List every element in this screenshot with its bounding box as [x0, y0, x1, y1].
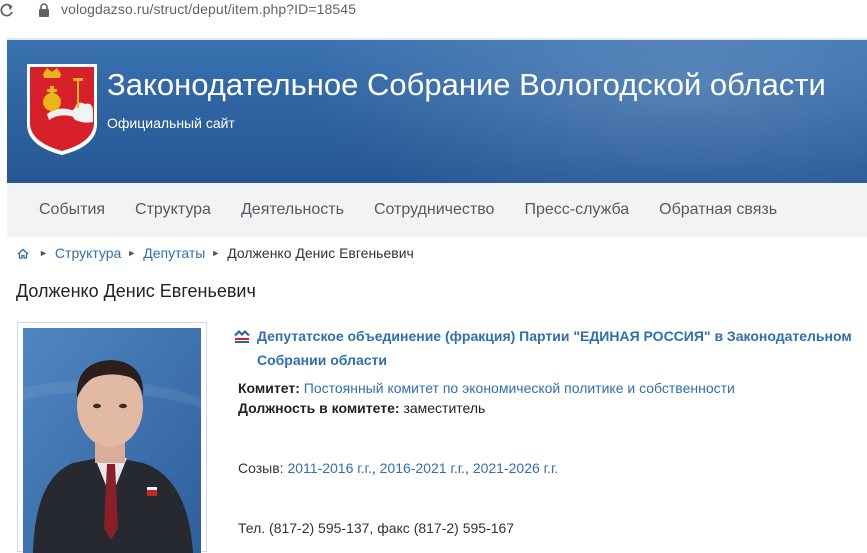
- breadcrumb-separator: ►: [211, 248, 221, 258]
- party-logo-icon: [231, 326, 253, 346]
- breadcrumb-separator: ►: [39, 248, 48, 258]
- reload-icon[interactable]: [0, 2, 14, 18]
- convocation-link-2021[interactable]: 2021-2026 г.г.: [473, 460, 558, 476]
- breadcrumb: ► Структура ► Депутаты ► Долженко Денис …: [17, 243, 414, 263]
- position-row: Должность в комитете: заместитель: [238, 400, 485, 416]
- committee-row: Комитет: Постоянный комитет по экономиче…: [238, 380, 735, 396]
- convocation-link-2016[interactable]: 2016-2021 г.г.: [380, 460, 465, 476]
- convocation-link-2011[interactable]: 2011-2016 г.г.: [287, 460, 371, 476]
- nav-item-feedback[interactable]: Обратная связь: [659, 201, 777, 219]
- contact-phone: Тел. (817-2) 595-137, факс (817-2) 595-1…: [238, 520, 515, 536]
- breadcrumb-deputies[interactable]: Депутаты: [143, 245, 205, 261]
- page: Законодательное Собрание Вологодской обл…: [7, 24, 867, 553]
- fraction-link[interactable]: Депутатское объединение (фракция) Партии…: [257, 324, 861, 372]
- page-title: Долженко Денис Евгеньевич: [16, 281, 256, 301]
- position-label: Должность в комитете:: [238, 400, 400, 416]
- main-nav: События Структура Деятельность Сотруднич…: [7, 183, 867, 237]
- deputy-photo-frame: [17, 322, 207, 553]
- header-glow: [267, 40, 867, 183]
- url-field[interactable]: vologdazso.ru/struct/deput/item.php?ID=1…: [61, 1, 356, 17]
- breadcrumb-separator: ►: [127, 248, 137, 258]
- convocation-row: Созыв: 2011-2016 г.г., 2016-2021 г.г., 2…: [238, 460, 558, 476]
- fraction-block: Депутатское объединение (фракция) Партии…: [231, 324, 861, 372]
- site-header: Законодательное Собрание Вологодской обл…: [7, 40, 867, 183]
- nav-item-cooperation[interactable]: Сотрудничество: [374, 201, 495, 219]
- committee-label: Комитет:: [238, 380, 300, 396]
- nav-item-activity[interactable]: Деятельность: [241, 201, 344, 219]
- committee-link[interactable]: Постоянный комитет по экономической поли…: [304, 380, 735, 396]
- home-icon[interactable]: [17, 248, 29, 259]
- convocation-separator: ,: [465, 460, 473, 476]
- browser-address-bar: vologdazso.ru/struct/deput/item.php?ID=1…: [0, 0, 867, 24]
- breadcrumb-current: Долженко Денис Евгеньевич: [227, 245, 414, 261]
- nav-item-press[interactable]: Пресс-служба: [524, 201, 629, 219]
- convocation-separator: ,: [371, 460, 380, 476]
- convocation-label: Созыв:: [238, 460, 284, 476]
- lock-icon[interactable]: [38, 3, 50, 17]
- nav-item-events[interactable]: События: [39, 201, 105, 219]
- coat-of-arms[interactable]: [25, 62, 99, 156]
- site-subtitle: Официальный сайт: [107, 115, 235, 131]
- breadcrumb-structure[interactable]: Структура: [55, 245, 121, 261]
- deputy-photo: [23, 328, 201, 553]
- nav-item-structure[interactable]: Структура: [135, 201, 211, 219]
- position-value: заместитель: [403, 400, 486, 416]
- site-title[interactable]: Законодательное Собрание Вологодской обл…: [107, 67, 826, 103]
